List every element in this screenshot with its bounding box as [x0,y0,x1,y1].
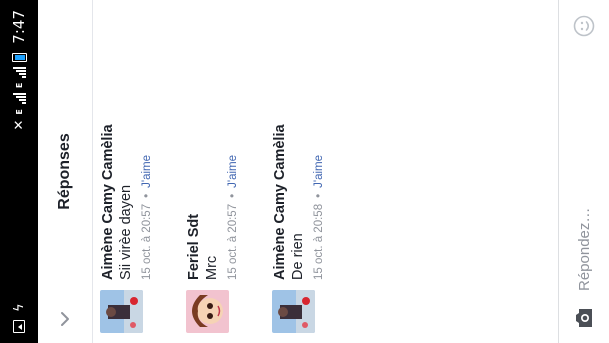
like-button[interactable]: J'aime [313,155,325,188]
like-button[interactable]: J'aime [227,155,239,188]
avatar[interactable] [186,290,229,333]
signal-icon [12,93,26,105]
page-title: Réponses [56,133,73,210]
reply-text: Sii virèe dayen [118,184,134,280]
avatar[interactable] [100,290,143,333]
reply-author[interactable]: Aimène Camy Camèlia [100,124,117,280]
camera-button[interactable] [573,307,595,329]
reply-date: 15 oct. à 20:57 [141,203,153,280]
reply-item: Aimène Camy Camèlia Sii virèe dayen 15 o… [93,0,179,343]
separator-dot: • [141,193,153,198]
image-notification-icon [13,320,25,333]
status-bar: ϟ ✕ E E 7:47 [0,0,38,343]
reply-composer [558,0,609,343]
reply-author[interactable]: Feriel Sdt [186,155,203,280]
status-time: 7:47 [10,10,28,44]
reply-author[interactable]: Aimène Camy Camèlia [272,124,289,280]
camera-icon [576,309,592,327]
reply-date: 15 oct. à 20:58 [313,203,325,280]
messenger-notification-icon: ϟ [11,303,27,312]
chevron-down-icon [61,312,69,326]
reply-item: Feriel Sdt Mrc 15 oct. à 20:57 • J'aime [179,0,265,343]
vibrate-icon: ✕ [11,119,27,131]
network-type: E [14,109,24,115]
separator-dot: • [313,193,325,198]
emoji-icon [573,15,595,37]
replies-list: Aimène Camy Camèlia Sii virèe dayen 15 o… [93,0,351,343]
signal-icon-2 [12,66,26,78]
like-button[interactable]: J'aime [141,155,153,188]
reply-text: De rien [290,233,306,280]
reply-date: 15 oct. à 20:57 [227,203,239,280]
reply-text: Mrc [204,255,220,280]
reply-meta: 15 oct. à 20:57 • J'aime [139,124,155,280]
separator-dot: • [227,193,239,198]
emoji-button[interactable] [572,14,596,38]
avatar[interactable] [272,290,315,333]
reply-input[interactable] [575,38,593,291]
reply-item: Aimène Camy Camèlia De rien 15 oct. à 20… [265,0,351,343]
battery-icon [11,52,27,62]
back-button[interactable] [38,295,93,343]
reply-meta: 15 oct. à 20:58 • J'aime [311,124,327,280]
header: Réponses [38,0,93,343]
phone-screen: ϟ ✕ E E 7:47 Réponses Aimène Camy Camèli… [0,0,609,343]
network-type-2: E [14,82,24,89]
reply-meta: 15 oct. à 20:57 • J'aime [225,155,241,280]
